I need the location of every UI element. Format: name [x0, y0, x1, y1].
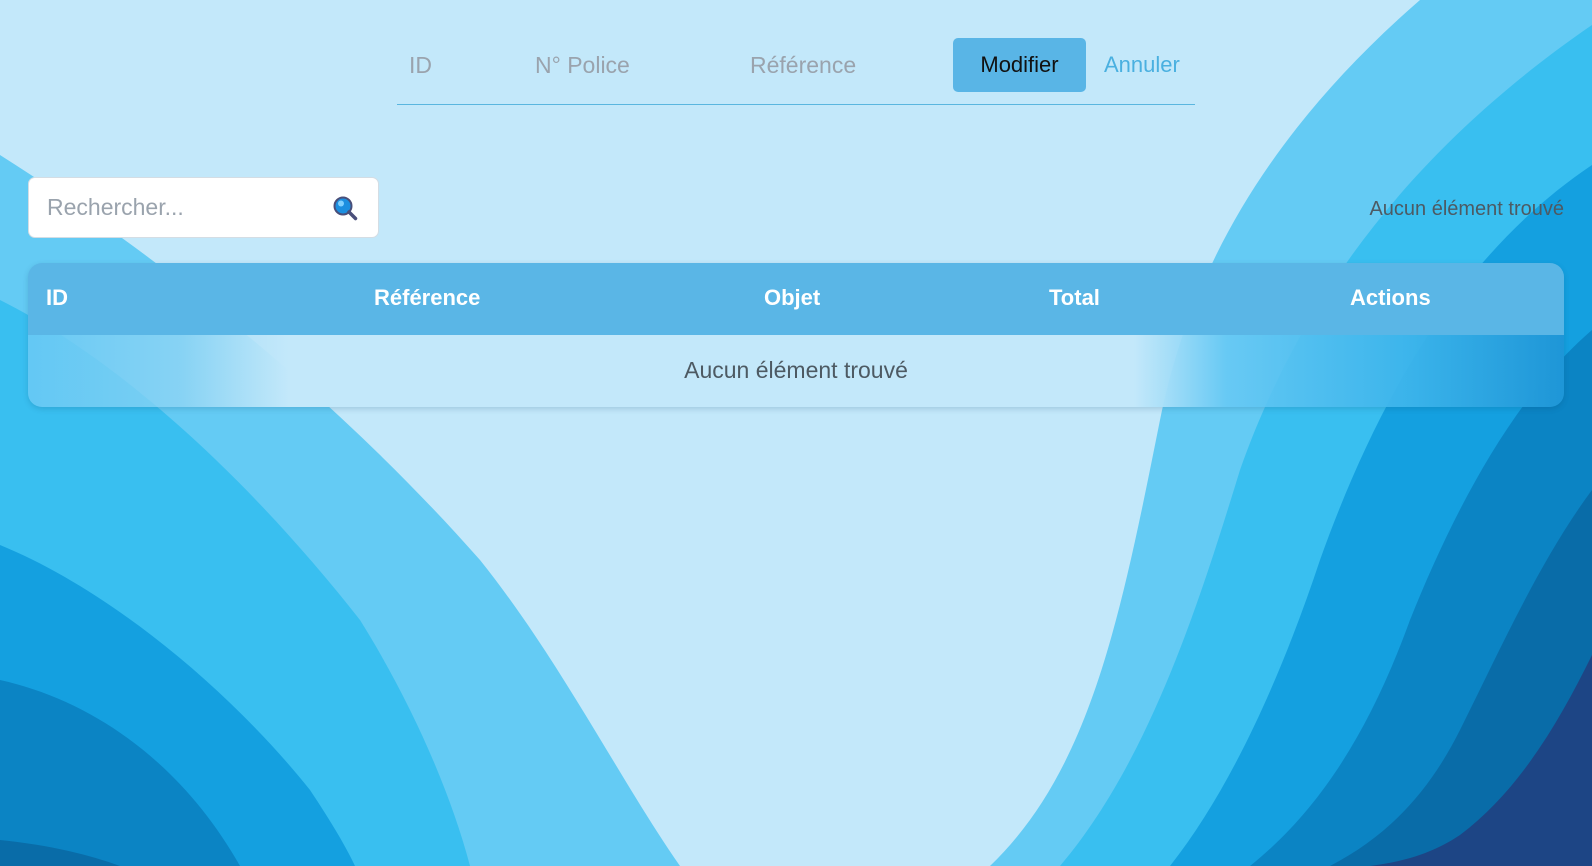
search-icon[interactable]	[332, 195, 358, 221]
modifier-button[interactable]: Modifier	[953, 38, 1086, 92]
search-box	[28, 177, 379, 238]
column-header-id[interactable]: ID	[46, 285, 68, 311]
results-status: Aucun élément trouvé	[1369, 198, 1564, 220]
annuler-link[interactable]: Annuler	[1104, 52, 1180, 78]
column-header-objet[interactable]: Objet	[764, 285, 820, 311]
results-table: ID Référence Objet Total Actions Aucun é…	[28, 263, 1564, 407]
table-header: ID Référence Objet Total Actions	[28, 263, 1564, 335]
column-header-reference[interactable]: Référence	[374, 285, 480, 311]
column-header-actions: Actions	[1350, 285, 1431, 310]
column-header-total[interactable]: Total	[1049, 285, 1100, 311]
search-input[interactable]	[47, 178, 317, 237]
filter-field-reference[interactable]: Référence	[750, 52, 856, 79]
filter-field-n-police[interactable]: N° Police	[535, 52, 630, 79]
background-waves	[0, 0, 1592, 866]
filter-field-id[interactable]: ID	[409, 52, 432, 79]
empty-message: Aucun élément trouvé	[684, 357, 908, 383]
table-empty-row: Aucun élément trouvé	[28, 335, 1564, 407]
filter-bar: ID N° Police Référence Modifier Annuler	[397, 38, 1195, 105]
